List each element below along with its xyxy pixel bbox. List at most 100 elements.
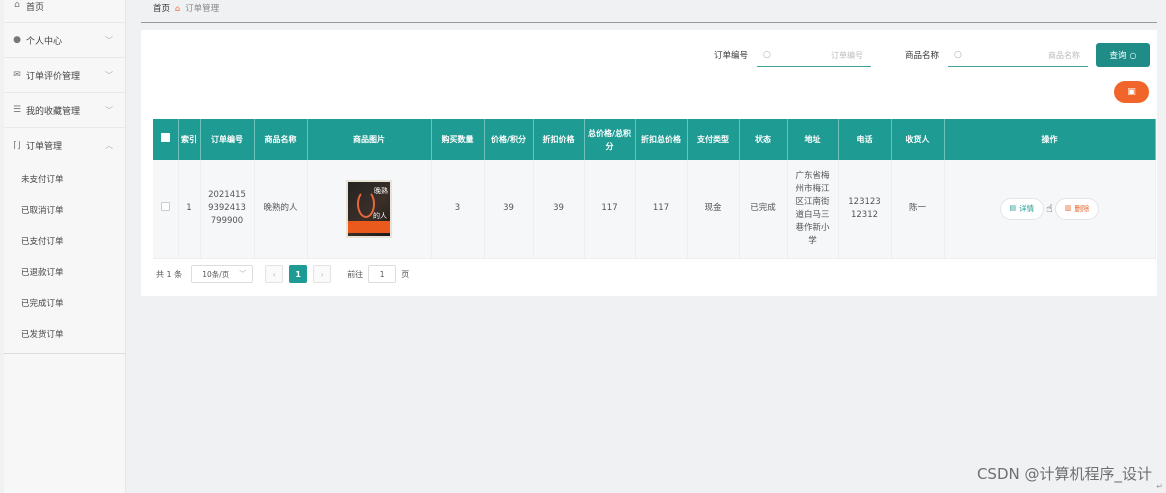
chevron-up-icon: ︿	[105, 141, 113, 150]
row-checkbox[interactable]	[160, 201, 170, 211]
col-header: 折扣总价格	[635, 119, 688, 160]
detail-button[interactable]: ▤ 详情	[999, 197, 1045, 220]
select-all-cell[interactable]	[153, 119, 179, 160]
product-image[interactable]: 晚熟 的人	[346, 179, 392, 238]
product-name-input[interactable]: ○ 商品名称	[948, 44, 1088, 67]
bracket-icon: ⌈⌋	[13, 140, 21, 151]
product-name-label: 商品名称	[905, 51, 940, 61]
search-bar: 订单编号 ○ 订单编号 商品名称 ○ 商品名称	[141, 44, 1157, 68]
col-header: 收货人	[891, 119, 945, 160]
sidebar-sub-completed[interactable]: 已完成订单	[4, 287, 125, 318]
list-icon: ☰	[12, 105, 22, 115]
book-cover-title: 晚熟	[374, 186, 388, 195]
col-header: 状态	[739, 119, 788, 160]
breadcrumb-current: 订单管理	[185, 4, 220, 14]
sidebar-sub-refunded[interactable]: 已退款订单	[4, 256, 125, 287]
col-header: 地址	[787, 119, 839, 160]
cell-discount-price: 39	[533, 160, 585, 259]
sidebar: ⌂ 首页 ● 个人中心 ﹀ ✉ 订单评价管理 ﹀ ☰ 我的收藏管理 ﹀ ⌈⌋ 订…	[4, 0, 126, 493]
search-icon: ○	[1129, 50, 1137, 60]
orders-table: 索引 订单编号 商品名称 商品图片 购买数量 价格/积分 折扣价格 总价格/总积…	[153, 119, 1156, 259]
order-no-input[interactable]: ○ 订单编号	[757, 44, 871, 67]
breadcrumb-home[interactable]: 首页	[153, 2, 170, 14]
col-header: 折扣价格	[533, 119, 585, 160]
sidebar-item-order-review[interactable]: ✉ 订单评价管理 ﹀	[4, 58, 125, 93]
breadcrumb-divider	[141, 22, 1157, 23]
cell-address: 广东省梅州市梅江区江南街道白马三巷作新小学	[787, 160, 839, 259]
cell-quantity: 3	[431, 160, 485, 259]
delete-button[interactable]: ▥ 删除	[1054, 197, 1100, 220]
page-size-value: 10条/页	[202, 269, 230, 279]
order-no-placeholder: 订单编号	[831, 50, 863, 60]
query-button-label: 查询	[1109, 51, 1127, 61]
cell-total: 117	[584, 160, 636, 259]
page-number-current[interactable]: 1	[289, 265, 308, 283]
sidebar-item-label: 个人中心	[26, 36, 63, 47]
search-icon: ○	[954, 50, 962, 60]
sidebar-sub-paid[interactable]: 已支付订单	[4, 225, 125, 256]
sidebar-item-order-management[interactable]: ⌈⌋ 订单管理 ︿	[4, 128, 125, 163]
col-header: 订单编号	[200, 119, 255, 160]
sidebar-sub-unpaid[interactable]: 未支付订单	[4, 163, 125, 194]
cell-status: 已完成	[739, 160, 788, 259]
cell-actions: ▤ 详情 ☝ ▥ 删除	[944, 160, 1156, 259]
cell-product-name: 晚熟的人	[254, 160, 308, 259]
document-icon: ▤	[1009, 204, 1017, 213]
col-header: 操作	[944, 119, 1156, 160]
watermark: CSDN @计算机程序_设计	[976, 465, 1152, 483]
cell-index: 1	[178, 160, 201, 259]
sidebar-submenu: 未支付订单 已取消订单 已支付订单 已退款订单 已完成订单 已发货订单	[4, 163, 125, 354]
row-select-cell[interactable]	[153, 160, 179, 259]
cell-pay-type: 现金	[687, 160, 740, 259]
batch-delete-button[interactable]: ▣	[1114, 81, 1149, 103]
sidebar-item-favorites[interactable]: ☰ 我的收藏管理 ﹀	[4, 93, 125, 128]
sidebar-item-home[interactable]: ⌂ 首页	[4, 0, 125, 13]
sidebar-item-personal-center[interactable]: ● 个人中心 ﹀	[4, 23, 125, 58]
goto-page-input[interactable]: 1	[368, 265, 397, 283]
col-header: 购买数量	[431, 119, 485, 160]
col-header: 商品名称	[254, 119, 308, 160]
table-row: 1 20214159392413799900 晚熟的人 晚熟 的人 3 39 3…	[153, 160, 1156, 259]
goto-prefix: 前往	[347, 269, 364, 279]
product-name-placeholder: 商品名称	[1048, 50, 1080, 60]
sidebar-divider	[4, 10, 125, 23]
col-header: 总价格/总积分	[584, 119, 636, 160]
col-header: 索引	[178, 119, 201, 160]
sidebar-item-label: 订单评价管理	[26, 71, 81, 82]
table-header: 索引 订单编号 商品名称 商品图片 购买数量 价格/积分 折扣价格 总价格/总积…	[153, 119, 1156, 160]
page-size-select[interactable]: 10条/页 ﹀	[191, 265, 254, 283]
col-header: 电话	[838, 119, 892, 160]
home-icon: ⌂	[14, 0, 20, 10]
pagination-total: 共 1 条	[156, 269, 183, 279]
sidebar-item-label: 我的收藏管理	[26, 106, 81, 117]
sidebar-item-label: 订单管理	[26, 142, 63, 152]
select-all-checkbox[interactable]	[160, 133, 170, 142]
next-page-button[interactable]: ›	[313, 265, 332, 283]
delete-button-label: 删除	[1074, 204, 1090, 214]
cell-phone: 12312312312	[838, 160, 892, 259]
return-mark-icon: ↵	[1156, 482, 1163, 491]
sidebar-sub-cancelled[interactable]: 已取消订单	[4, 194, 125, 225]
chevron-down-icon: ﹀	[105, 106, 113, 115]
chevron-down-icon: ﹀	[105, 71, 113, 80]
chevron-down-icon: ﹀	[239, 270, 247, 278]
sidebar-item-label: 首页	[26, 3, 45, 13]
col-header: 商品图片	[307, 119, 432, 160]
cell-order-no: 20214159392413799900	[200, 160, 255, 259]
mail-icon: ✉	[13, 70, 21, 80]
trash-icon: ▥	[1064, 204, 1072, 213]
trash-icon: ▣	[1127, 87, 1136, 97]
prev-page-button[interactable]: ‹	[265, 265, 284, 283]
cell-discount-total: 117	[635, 160, 688, 259]
row-actions: ▤ 详情 ☝ ▥ 删除	[947, 197, 1153, 220]
cell-receiver: 陈一	[891, 160, 945, 259]
chevron-down-icon: ﹀	[105, 36, 113, 45]
col-header: 价格/积分	[484, 119, 534, 160]
col-header: 支付类型	[687, 119, 740, 160]
query-button[interactable]: 查询 ○	[1096, 43, 1150, 67]
cell-product-image: 晚熟 的人	[307, 160, 432, 259]
sidebar-sub-shipped[interactable]: 已发货订单	[4, 318, 125, 349]
hand-cursor-icon: ☝	[1046, 202, 1053, 216]
order-no-label: 订单编号	[714, 51, 749, 61]
app-root: ⌂ 首页 ● 个人中心 ﹀ ✉ 订单评价管理 ﹀ ☰ 我的收藏管理 ﹀ ⌈⌋ 订…	[0, 0, 1166, 493]
